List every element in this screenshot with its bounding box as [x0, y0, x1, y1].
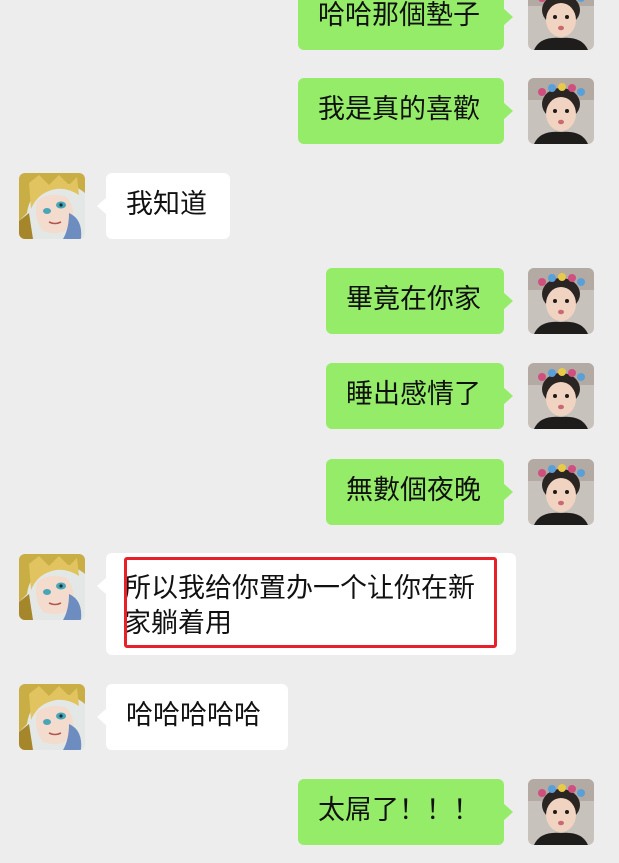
message-text: 我是真的喜歡	[318, 94, 480, 125]
cartoon-girl-avatar-icon[interactable]	[19, 554, 85, 620]
message-bubble-sent[interactable]: 畢竟在你家	[326, 268, 513, 334]
message-bubble-sent[interactable]: 太屌了！！！	[298, 779, 513, 845]
message-text: 哈哈哈哈哈	[126, 700, 261, 731]
cartoon-girl-avatar-icon[interactable]	[19, 684, 85, 750]
message-text: 我知道	[126, 189, 207, 220]
message-text: 畢竟在你家	[346, 284, 481, 315]
child-photo-avatar-icon[interactable]	[528, 363, 594, 429]
message-bubble-received[interactable]: 哈哈哈哈哈	[97, 684, 288, 750]
message-text: 無數個夜晚	[346, 475, 481, 506]
message-bubble-sent[interactable]: 睡出感情了	[326, 363, 513, 429]
message-bubble-sent[interactable]: 我是真的喜歡	[298, 78, 513, 144]
message-bubble-sent[interactable]: 哈哈那個墊子	[298, 0, 513, 50]
message-text: 太屌了！！！	[318, 795, 480, 826]
child-photo-avatar-icon[interactable]	[528, 779, 594, 845]
child-photo-avatar-icon[interactable]	[528, 268, 594, 334]
message-bubble-received[interactable]: 所以我给你置办一个让你在新家躺着用	[97, 553, 516, 655]
child-photo-avatar-icon[interactable]	[528, 0, 594, 50]
message-text: 睡出感情了	[346, 379, 481, 410]
child-photo-avatar-icon[interactable]	[528, 459, 594, 525]
message-bubble-sent[interactable]: 無數個夜晚	[326, 459, 513, 525]
child-photo-avatar-icon[interactable]	[528, 78, 594, 144]
message-text: 所以我给你置办一个让你在新家躺着用	[124, 573, 475, 639]
message-bubble-received[interactable]: 我知道	[97, 173, 230, 239]
cartoon-girl-avatar-icon[interactable]	[19, 173, 85, 239]
message-text: 哈哈那個墊子	[318, 0, 480, 31]
